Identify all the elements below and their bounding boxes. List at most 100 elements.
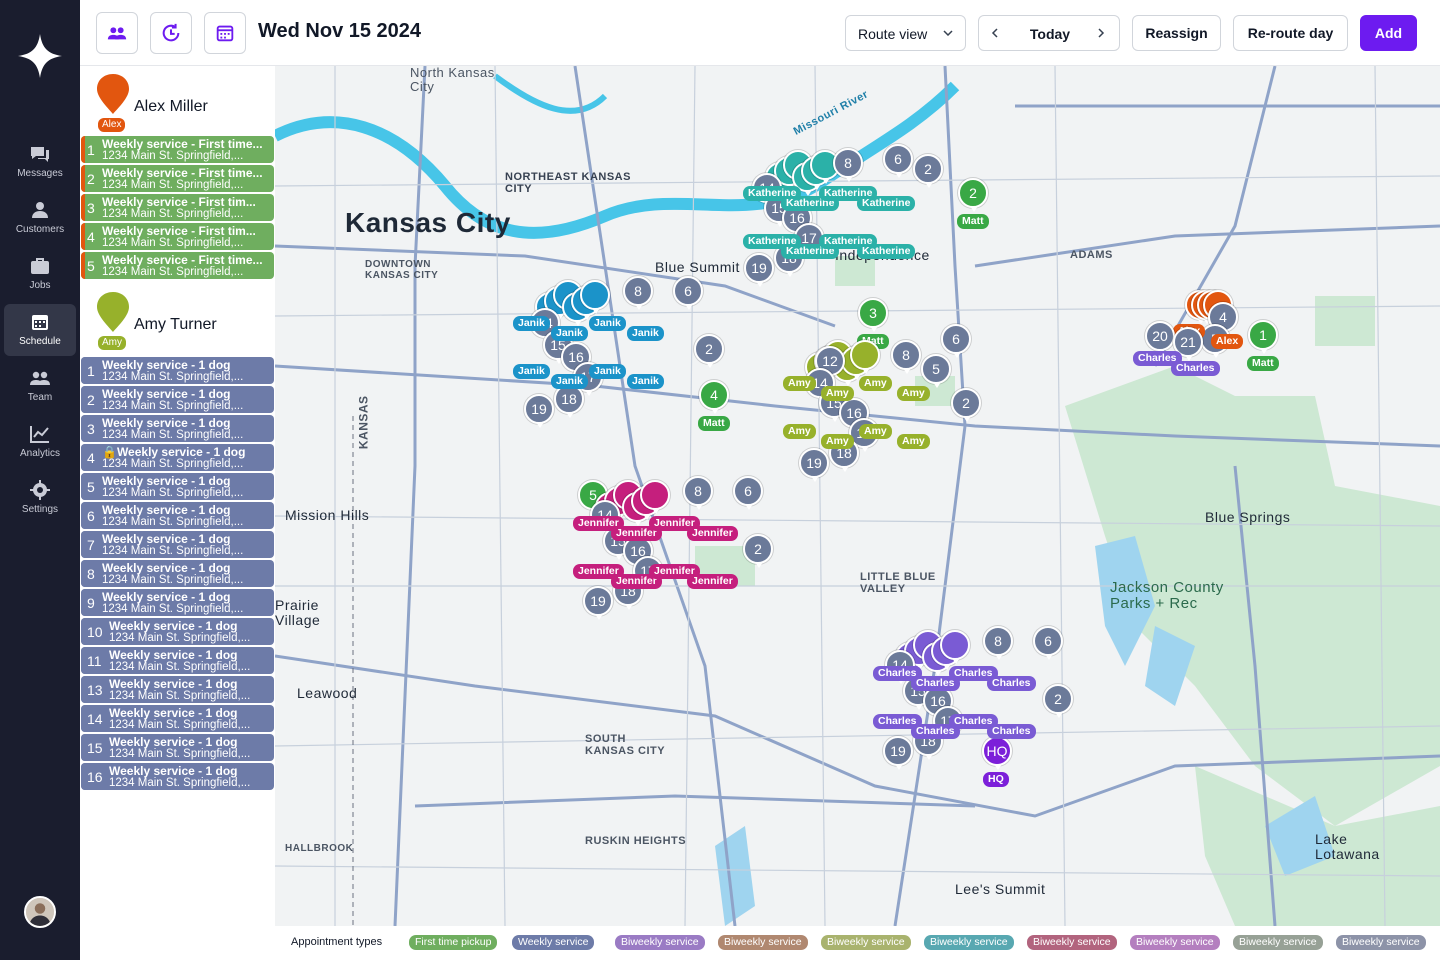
- page-title: Wed Nov 15 2024: [258, 20, 422, 42]
- map-pin[interactable]: 8: [983, 626, 1013, 660]
- nav-analytics[interactable]: Analytics: [4, 416, 76, 468]
- job-number: 2: [87, 171, 95, 187]
- job-item[interactable]: 14 Weekly service - 1 dog 1234 Main St. Sp…: [81, 705, 274, 732]
- history-button[interactable]: [150, 12, 192, 54]
- map-pin[interactable]: 2: [958, 178, 988, 212]
- job-item[interactable]: 4 Weekly service - First tim... 1234 Main …: [81, 223, 274, 250]
- map-pin-stack[interactable]: [640, 480, 670, 514]
- map-pin[interactable]: 8: [683, 476, 713, 510]
- map-pin[interactable]: 3: [858, 298, 888, 332]
- job-item[interactable]: 5 Weekly service - 1 dog 1234 Main St. Spr…: [81, 473, 274, 500]
- legend-item[interactable]: Biweekly service: [821, 935, 911, 950]
- job-item[interactable]: 1 Weekly service - First time... 1234 Main…: [81, 136, 274, 163]
- map-pin[interactable]: 19: [583, 586, 613, 620]
- map-pin[interactable]: 2: [743, 534, 773, 568]
- job-item[interactable]: 9 Weekly service - 1 dog 1234 Main St. Spr…: [81, 589, 274, 616]
- map-pin[interactable]: 8: [623, 276, 653, 310]
- job-number: 9: [87, 595, 95, 611]
- job-item[interactable]: 3 Weekly service - 1 dog 1234 Main St. Spr…: [81, 415, 274, 442]
- job-item[interactable]: 5 Weekly service - First time... 1234 Main…: [81, 252, 274, 279]
- map-pin[interactable]: 19: [799, 448, 829, 482]
- job-item[interactable]: 15 Weekly service - 1 dog 1234 Main St. Sp…: [81, 734, 274, 761]
- map-pin[interactable]: 8: [891, 340, 921, 374]
- previous-day-button[interactable]: [979, 16, 1013, 50]
- legend-item[interactable]: Biweekly service: [1336, 935, 1426, 950]
- nav-settings[interactable]: Settings: [4, 472, 76, 524]
- map-pin[interactable]: 19: [524, 394, 554, 428]
- nav-team[interactable]: Team: [4, 360, 76, 412]
- job-item[interactable]: 1 Weekly service - 1 dog 1234 Main St. Spr…: [81, 357, 274, 384]
- legend-item[interactable]: Weekly service: [512, 935, 595, 950]
- job-item[interactable]: 13 Weekly service - 1 dog 1234 Main St. Sp…: [81, 676, 274, 703]
- tech-chip: Charles: [987, 724, 1036, 739]
- legend-item[interactable]: Biweekly service: [1233, 935, 1323, 950]
- reroute-day-button[interactable]: Re-route day: [1233, 15, 1348, 51]
- calendar-button[interactable]: [204, 12, 246, 54]
- tech-header-amy[interactable]: Amy Turner Amy: [80, 288, 275, 352]
- map-pin[interactable]: 19: [744, 253, 774, 287]
- job-address: 1234 Main St. Springfield,...: [102, 179, 244, 191]
- user-avatar[interactable]: [24, 896, 56, 928]
- map-pin[interactable]: 6: [1033, 626, 1063, 660]
- map-pin[interactable]: 6: [941, 324, 971, 358]
- map-pin[interactable]: 4: [699, 380, 729, 414]
- map-pin[interactable]: 20: [1145, 321, 1175, 355]
- nav-jobs[interactable]: Jobs: [4, 248, 76, 300]
- map-pin[interactable]: 6: [883, 144, 913, 178]
- map-pin[interactable]: 2: [694, 334, 724, 368]
- job-item[interactable]: 2 Weekly service - First time... 1234 Main…: [81, 165, 274, 192]
- job-item[interactable]: 8 Weekly service - 1 dog 1234 Main St. Spr…: [81, 560, 274, 587]
- job-item[interactable]: 7 Weekly service - 1 dog 1234 Main St. Spr…: [81, 531, 274, 558]
- nav-customers[interactable]: Customers: [4, 192, 76, 244]
- job-item[interactable]: 2 Weekly service - 1 dog 1234 Main St. Spr…: [81, 386, 274, 413]
- add-button[interactable]: Add: [1360, 15, 1417, 51]
- today-button[interactable]: Today: [1013, 26, 1087, 42]
- map-pin[interactable]: 2: [1043, 684, 1073, 718]
- map-pin[interactable]: 6: [733, 476, 763, 510]
- map-pin-stack[interactable]: [850, 340, 880, 374]
- legend-item[interactable]: First time pickup: [409, 935, 498, 950]
- next-day-button[interactable]: [1085, 16, 1119, 50]
- map-pin[interactable]: 2: [913, 154, 943, 188]
- user-avatar-icon: [26, 898, 54, 926]
- legend-item[interactable]: Biweekly service: [615, 935, 705, 950]
- job-title: Weekly service - 1 dog: [102, 561, 231, 575]
- map-pin[interactable]: 1: [1248, 320, 1278, 354]
- nav-schedule[interactable]: Schedule: [4, 304, 76, 356]
- hq-pin[interactable]: HQ: [982, 736, 1012, 770]
- map-pin-stack[interactable]: [940, 630, 970, 664]
- job-item[interactable]: 10 Weekly service - 1 dog 1234 Main St. Sp…: [81, 618, 274, 645]
- job-title: Weekly service - 1 dog: [109, 648, 238, 662]
- reassign-button[interactable]: Reassign: [1132, 15, 1221, 51]
- map-pin[interactable]: 8: [833, 148, 863, 182]
- job-number: 13: [87, 682, 103, 698]
- job-address: 1234 Main St. Springfield,...: [109, 661, 251, 673]
- team-filter-button[interactable]: [96, 12, 138, 54]
- legend-item[interactable]: Biweekly service: [1130, 935, 1220, 950]
- map-pin[interactable]: 6: [673, 276, 703, 310]
- nav-messages[interactable]: Messages: [4, 136, 76, 188]
- legend-item[interactable]: Biweekly service: [924, 935, 1014, 950]
- view-select[interactable]: Route view: [845, 15, 966, 51]
- tech-header-alex[interactable]: Alex Miller Alex: [80, 70, 275, 134]
- job-item[interactable]: 11 Weekly service - 1 dog 1234 Main St. Sp…: [81, 647, 274, 674]
- map-place-label: Kansas City: [345, 207, 511, 238]
- job-item[interactable]: 3 Weekly service - First tim... 1234 Main …: [81, 194, 274, 221]
- map-pin-stack[interactable]: [580, 280, 610, 314]
- job-item[interactable]: 4 🔒Weekly service - 1 dog 1234 Main St. Sp…: [81, 444, 274, 471]
- legend-item[interactable]: Biweekly service: [1027, 935, 1117, 950]
- tech-chip: Charles: [1171, 361, 1220, 376]
- map-pin[interactable]: 2: [951, 388, 981, 422]
- map-place-label: Prairie Village: [275, 597, 321, 628]
- job-item[interactable]: 6 Weekly service - 1 dog 1234 Main St. Spr…: [81, 502, 274, 529]
- tech-chip: Janik: [589, 316, 626, 331]
- map-pin[interactable]: 19: [883, 736, 913, 770]
- team-icon: [107, 27, 127, 40]
- route-map[interactable]: North Kansas City NORTHEAST KANSAS CITY Ka…: [275, 66, 1440, 926]
- brand-logo-icon[interactable]: [16, 32, 64, 80]
- map-pin[interactable]: 5: [921, 354, 951, 388]
- job-address: 1234 Main St. Springfield,...: [102, 516, 244, 528]
- legend-item[interactable]: Biweekly service: [718, 935, 808, 950]
- job-item[interactable]: 16 Weekly service - 1 dog 1234 Main St. Sp…: [81, 763, 274, 790]
- job-number: 2: [87, 392, 95, 408]
